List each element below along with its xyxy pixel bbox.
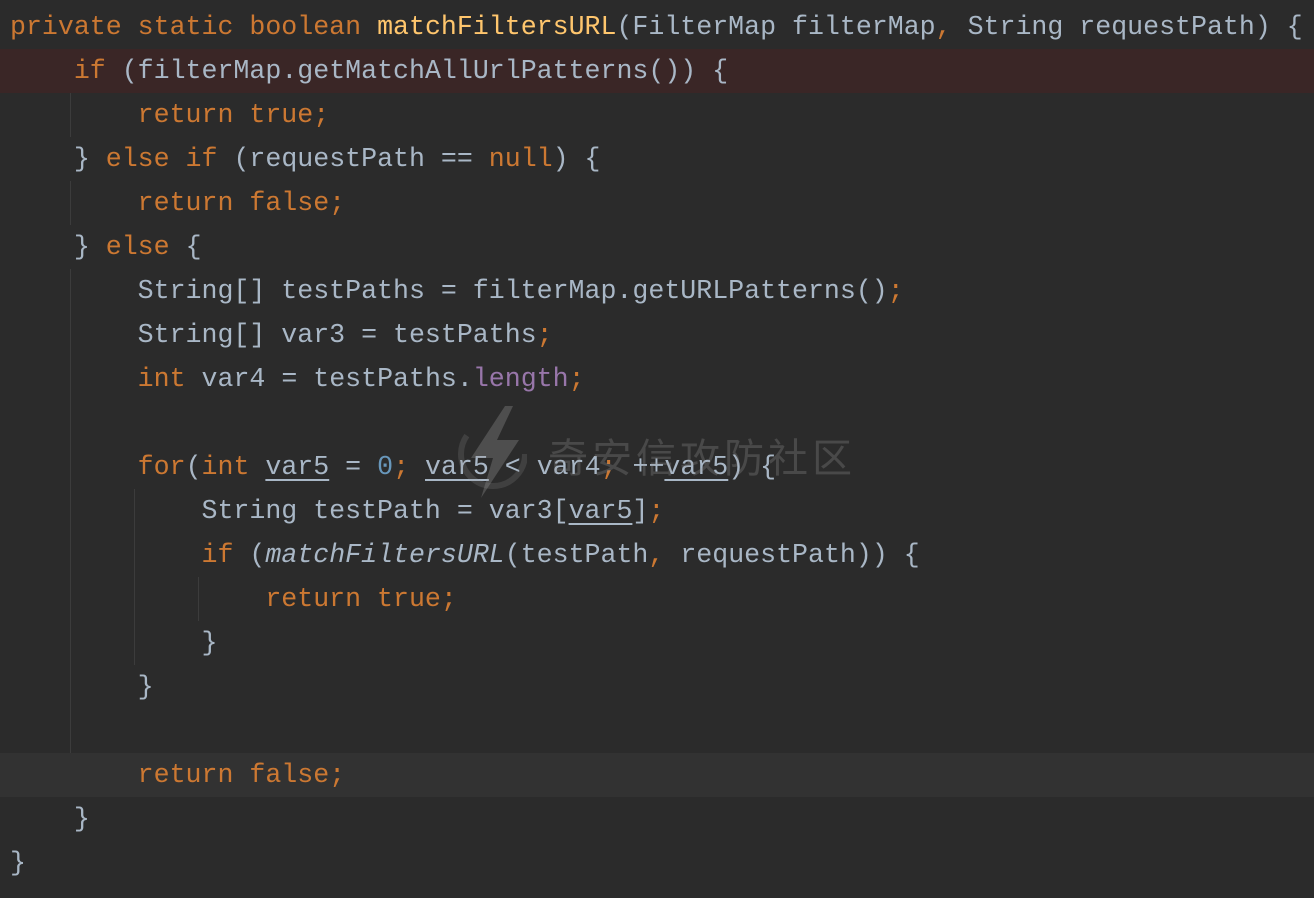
code-token: } bbox=[10, 628, 218, 658]
code-line[interactable]: return false; bbox=[0, 753, 1314, 797]
code-editor[interactable]: private static boolean matchFiltersURL(F… bbox=[0, 0, 1314, 898]
keyword-token: private static boolean bbox=[10, 12, 378, 42]
code-line[interactable]: for(int var5 = 0; var5 < var4; ++var5) { bbox=[0, 445, 1314, 489]
code-line[interactable]: } bbox=[0, 841, 1314, 885]
code-token: ( bbox=[233, 540, 266, 570]
code-token: (FilterMap filterMap bbox=[616, 12, 936, 42]
code-line[interactable]: String[] testPaths = filterMap.getURLPat… bbox=[0, 269, 1314, 313]
code-token: = bbox=[329, 452, 378, 482]
code-line[interactable]: return false; bbox=[0, 181, 1314, 225]
code-line[interactable]: if (matchFiltersURL(testPath, requestPat… bbox=[0, 533, 1314, 577]
code-token: } bbox=[10, 848, 26, 878]
code-line[interactable]: } bbox=[0, 665, 1314, 709]
keyword-token: return true; bbox=[10, 584, 457, 614]
code-token: (testPath bbox=[504, 540, 649, 570]
code-token: ] bbox=[632, 496, 649, 526]
keyword-token: if bbox=[10, 540, 234, 570]
code-token: ( bbox=[185, 452, 202, 482]
keyword-token: return false; bbox=[10, 760, 346, 790]
punctuation-token: , bbox=[648, 540, 665, 570]
punctuation-token: ; bbox=[393, 452, 425, 482]
code-token: String testPath = var3[ bbox=[10, 496, 569, 526]
punctuation-token: ; bbox=[648, 496, 665, 526]
code-line[interactable]: int var4 = testPaths.length; bbox=[0, 357, 1314, 401]
keyword-token: return false; bbox=[10, 188, 346, 218]
keyword-token: null bbox=[488, 144, 553, 174]
code-token: < var4 bbox=[488, 452, 601, 482]
code-line[interactable] bbox=[0, 709, 1314, 753]
keyword-token: for bbox=[10, 452, 186, 482]
punctuation-token: ; bbox=[600, 452, 617, 482]
local-variable-token: var5 bbox=[425, 452, 489, 482]
keyword-token: return true; bbox=[10, 100, 330, 130]
local-variable-token: var5 bbox=[265, 452, 330, 482]
code-token: } bbox=[10, 232, 106, 262]
keyword-token: else if bbox=[105, 144, 218, 174]
punctuation-token: , bbox=[935, 12, 952, 42]
code-token: (filterMap.getMatchAllUrlPatterns()) { bbox=[105, 56, 729, 86]
local-variable-token: var5 bbox=[568, 496, 633, 526]
code-token: var4 = testPaths. bbox=[185, 364, 473, 394]
keyword-token: if bbox=[10, 56, 106, 86]
code-line[interactable]: String testPath = var3[var5]; bbox=[0, 489, 1314, 533]
code-token: (requestPath == bbox=[217, 144, 489, 174]
code-token: } bbox=[10, 144, 106, 174]
code-token: ) { bbox=[552, 144, 601, 174]
method-call-token: matchFiltersURL bbox=[265, 540, 505, 570]
keyword-token: else bbox=[105, 232, 170, 262]
code-token: String[] var3 = testPaths bbox=[10, 320, 537, 350]
code-token: String requestPath) { bbox=[951, 12, 1303, 42]
code-line[interactable]: private static boolean matchFiltersURL(F… bbox=[0, 5, 1314, 49]
code-token: } bbox=[10, 672, 154, 702]
punctuation-token: ; bbox=[887, 276, 904, 306]
local-variable-token: var5 bbox=[664, 452, 729, 482]
number-literal-token: 0 bbox=[377, 452, 394, 482]
code-line[interactable]: } else if (requestPath == null) { bbox=[0, 137, 1314, 181]
code-line[interactable]: if (filterMap.getMatchAllUrlPatterns()) … bbox=[0, 49, 1314, 93]
code-line[interactable]: } bbox=[0, 621, 1314, 665]
code-line[interactable]: } bbox=[0, 797, 1314, 841]
method-name-token: matchFiltersURL bbox=[377, 12, 617, 42]
code-token: ++ bbox=[616, 452, 665, 482]
code-line[interactable]: return true; bbox=[0, 93, 1314, 137]
code-token: { bbox=[169, 232, 202, 262]
code-token: } bbox=[10, 804, 90, 834]
code-line[interactable] bbox=[0, 401, 1314, 445]
code-token: requestPath)) { bbox=[664, 540, 920, 570]
code-line[interactable]: return true; bbox=[0, 577, 1314, 621]
field-token: length bbox=[472, 364, 569, 394]
code-token: ) { bbox=[728, 452, 777, 482]
code-token: String[] testPaths = filterMap.getURLPat… bbox=[10, 276, 888, 306]
code-area[interactable]: private static boolean matchFiltersURL(F… bbox=[0, 5, 1314, 885]
code-line[interactable]: String[] var3 = testPaths; bbox=[0, 313, 1314, 357]
keyword-token: int bbox=[10, 364, 186, 394]
keyword-token: int bbox=[201, 452, 266, 482]
code-line[interactable]: } else { bbox=[0, 225, 1314, 269]
punctuation-token: ; bbox=[536, 320, 553, 350]
punctuation-token: ; bbox=[568, 364, 585, 394]
